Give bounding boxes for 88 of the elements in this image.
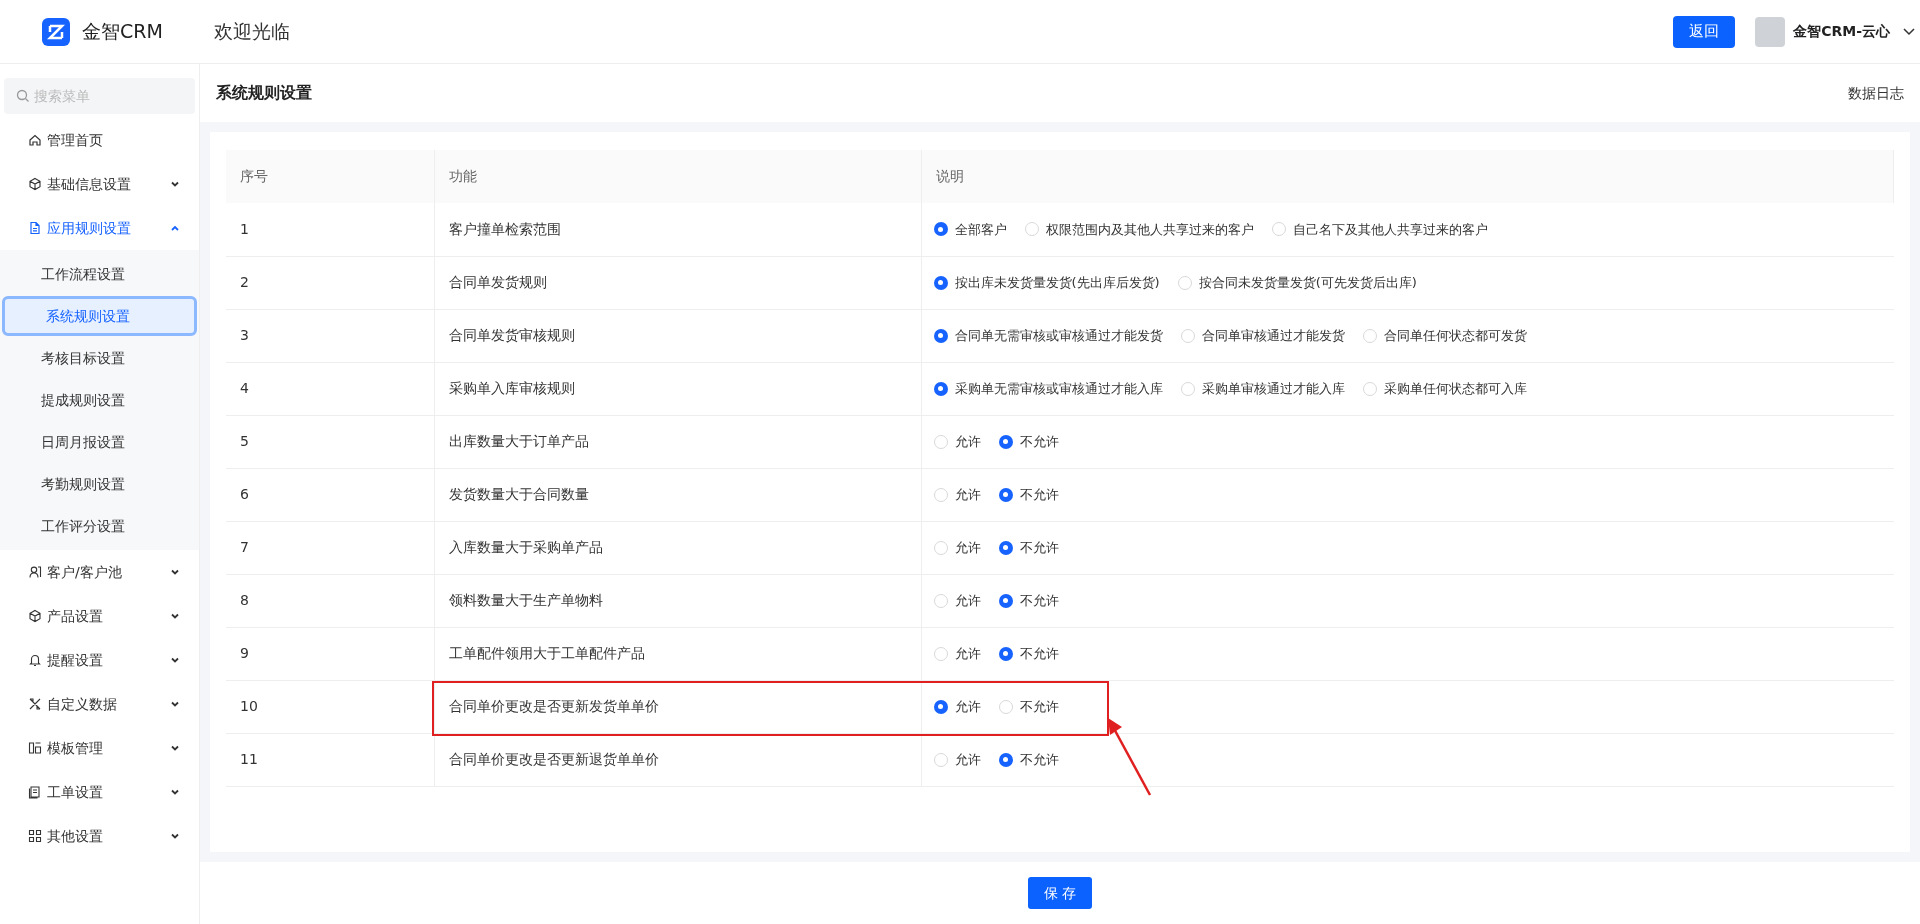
radio-option[interactable]: 不允许 [998, 749, 1059, 770]
table-cell: 出库数量大于订单产品 [434, 415, 921, 468]
sidebar-item[interactable]: 提醒设置 [0, 638, 199, 682]
submenu-item[interactable]: 工作流程设置 [0, 254, 199, 294]
grid-icon [28, 829, 42, 843]
sidebar-item[interactable]: 产品设置 [0, 594, 199, 638]
table-cell: 10 [226, 680, 434, 733]
brand-name: 金智CRM [82, 19, 163, 45]
radio-option[interactable]: 采购单审核通过才能入库 [1180, 378, 1345, 399]
table-cell: 发货数量大于合同数量 [434, 468, 921, 521]
logo-icon [42, 17, 70, 46]
tools-icon [28, 697, 42, 711]
column-header: 功能 [434, 150, 921, 203]
user-name[interactable]: 金智CRM-云心 [1793, 21, 1890, 42]
sidebar-item[interactable]: 模板管理 [0, 726, 199, 770]
radio-option[interactable]: 合同单审核通过才能发货 [1180, 325, 1345, 346]
bell-icon [28, 653, 42, 667]
home-icon [28, 133, 42, 147]
submenu-item[interactable]: 日周月报设置 [0, 422, 199, 462]
table-cell: 9 [226, 627, 434, 680]
sidebar-item[interactable]: 客户/客户池 [0, 550, 199, 594]
table-cell: 领料数量大于生产单物料 [434, 574, 921, 627]
table-cell: 入库数量大于采购单产品 [434, 521, 921, 574]
radio-option[interactable]: 全部客户 [933, 219, 1007, 239]
radio-option[interactable]: 不允许 [998, 696, 1059, 717]
table-cell: 11 [226, 733, 434, 786]
table-cell: 合同单价更改是否更新发货单单价 [434, 680, 921, 733]
table-cell: 3 [226, 309, 434, 362]
layout-icon [28, 741, 42, 755]
radio-option[interactable]: 合同单无需审核或审核通过才能发货 [933, 325, 1163, 346]
radio-option[interactable]: 不允许 [998, 537, 1059, 558]
submenu-item[interactable]: 考勤规则设置 [0, 464, 199, 504]
page-title: 系统规则设置 [216, 82, 312, 104]
submenu-item[interactable]: 提成规则设置 [0, 380, 199, 420]
radio-option[interactable]: 允许 [933, 484, 981, 505]
table-cell: 5 [226, 415, 434, 468]
submenu-item[interactable]: 考核目标设置 [0, 338, 199, 378]
radio-option[interactable]: 不允许 [998, 431, 1059, 452]
avatar-placeholder [1755, 16, 1786, 47]
user-icon [28, 565, 42, 579]
radio-option[interactable]: 按合同未发货量发货(可先发货后出库) [1177, 272, 1417, 293]
radio-option[interactable]: 采购单无需审核或审核通过才能入库 [933, 378, 1163, 399]
save-button[interactable]: 保 存 [1028, 877, 1092, 909]
radio-option[interactable]: 允许 [933, 537, 981, 558]
table-cell: 1 [226, 203, 434, 256]
radio-option[interactable]: 自己名下及其他人共享过来的客户 [1271, 219, 1488, 239]
table-cell: 2 [226, 256, 434, 309]
sidebar-item[interactable]: 管理首页 [0, 118, 199, 162]
table-cell: 合同单发货规则 [434, 256, 921, 309]
table-cell: 客户撞单检索范围 [434, 203, 921, 256]
data-log-link[interactable]: 数据日志 [1848, 82, 1904, 104]
sidebar-item[interactable]: 其他设置 [0, 814, 199, 858]
notebook-icon [28, 785, 42, 799]
search-field[interactable]: 搜索菜单 [4, 78, 195, 114]
radio-option[interactable]: 不允许 [998, 643, 1059, 664]
radio-option[interactable]: 允许 [933, 749, 981, 770]
table-cell: 7 [226, 521, 434, 574]
sidebar-item[interactable]: 工单设置 [0, 770, 199, 814]
search-icon [16, 89, 30, 103]
radio-option[interactable]: 合同单任何状态都可发货 [1362, 325, 1527, 346]
sidebar-item[interactable]: 自定义数据 [0, 682, 199, 726]
cube-icon [28, 177, 42, 191]
radio-option[interactable]: 采购单任何状态都可入库 [1362, 378, 1527, 399]
submenu-item[interactable]: 工作评分设置 [0, 506, 199, 546]
radio-option[interactable]: 允许 [933, 643, 981, 664]
table-cell: 6 [226, 468, 434, 521]
table-cell: 8 [226, 574, 434, 627]
table-cell: 工单配件领用大于工单配件产品 [434, 627, 921, 680]
column-header: 说明 [921, 150, 1894, 203]
sidebar-item[interactable]: 基础信息设置 [0, 162, 199, 206]
radio-option[interactable]: 允许 [933, 590, 981, 611]
sidebar-item[interactable]: 应用规则设置 [0, 206, 199, 250]
table-cell: 合同单发货审核规则 [434, 309, 921, 362]
cube-icon [28, 609, 42, 623]
document-icon [28, 221, 42, 235]
radio-option[interactable]: 按出库未发货量发货(先出库后发货) [933, 272, 1160, 293]
submenu-item[interactable]: 系统规则设置 [2, 296, 197, 336]
table-cell: 采购单入库审核规则 [434, 362, 921, 415]
radio-option[interactable]: 不允许 [998, 590, 1059, 611]
radio-option[interactable]: 允许 [933, 696, 981, 717]
column-header: 序号 [226, 150, 434, 203]
radio-option[interactable]: 不允许 [998, 484, 1059, 505]
table-cell: 合同单价更改是否更新退货单单价 [434, 733, 921, 786]
welcome-text: 欢迎光临 [214, 19, 290, 45]
back-button[interactable]: 返回 [1673, 15, 1736, 48]
radio-option[interactable]: 允许 [933, 431, 981, 452]
radio-option[interactable]: 权限范围内及其他人共享过来的客户 [1024, 219, 1254, 239]
table-cell: 4 [226, 362, 434, 415]
